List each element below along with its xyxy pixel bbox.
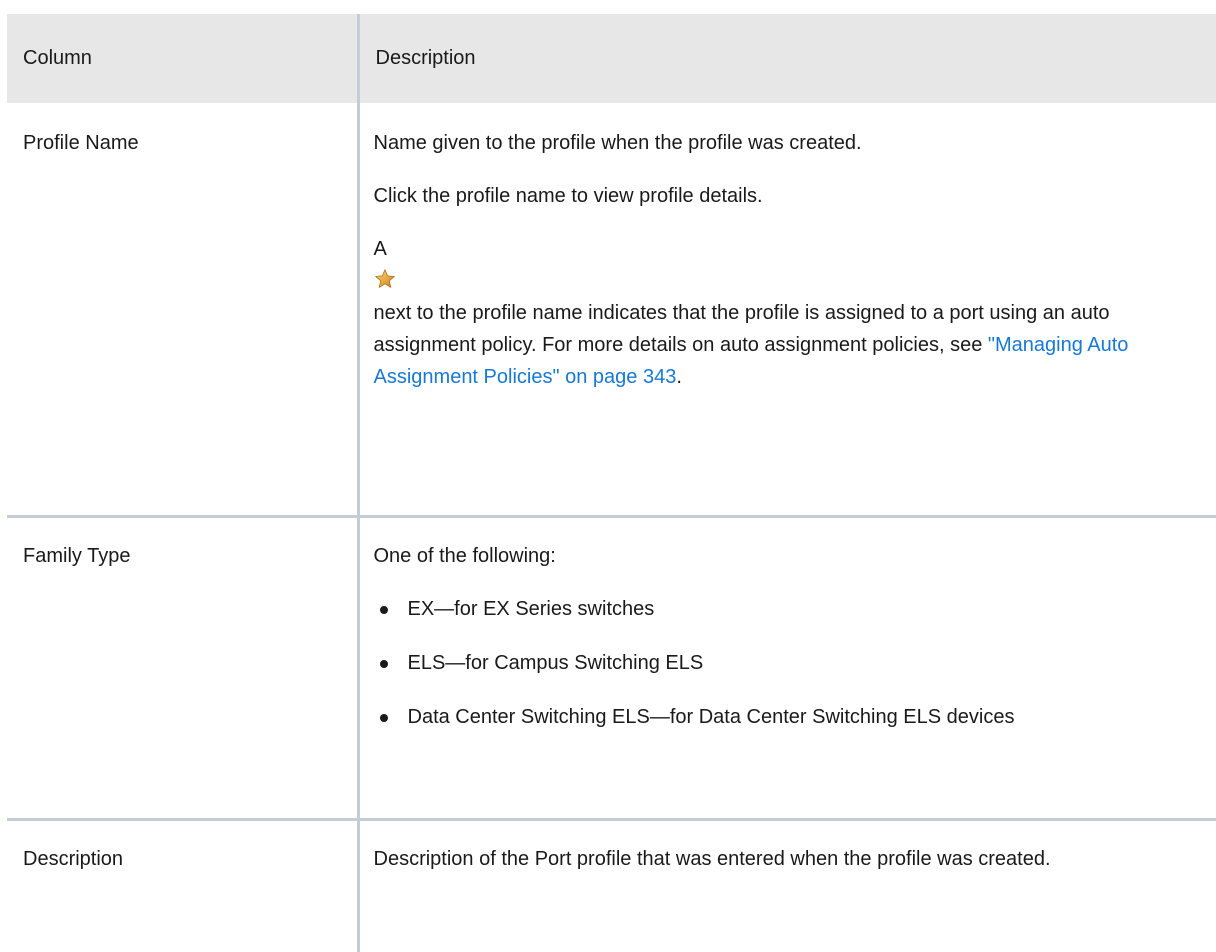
table-row: Description Description of the Port prof…: [7, 817, 1216, 952]
row-name-family-type: Family Type: [7, 514, 358, 819]
row-name-description: Description: [7, 817, 358, 952]
desc-text: One of the following:: [373, 544, 556, 567]
table-row: Family Type One of the following: EX—for…: [7, 514, 1216, 819]
star-icon: [374, 265, 1201, 293]
row-description-description: Description of the Port profile that was…: [356, 817, 1216, 952]
table-header-row: Column Description: [7, 14, 1216, 103]
desc-text: Click the profile name to view profile d…: [373, 185, 763, 207]
row-name-profile-name: Profile Name: [23, 132, 139, 154]
table-row: Profile Name Name given to the profile w…: [7, 103, 1216, 516]
family-type-list: EX—for EX Series switches ELS—for Campus…: [374, 593, 1201, 733]
list-item: EX—for EX Series switches: [374, 593, 1201, 625]
columns-table: Column Description Profile Name Name giv…: [7, 14, 1216, 952]
header-description: Description: [356, 14, 1216, 103]
desc-text: A: [373, 238, 387, 260]
row-description-family-type: One of the following: EX—for EX Series s…: [356, 514, 1216, 819]
header-column: Column: [7, 14, 358, 103]
row-description-profile-name: Name given to the profile when the profi…: [356, 103, 1216, 516]
list-item: Data Center Switching ELS—for Data Cente…: [374, 701, 1201, 733]
list-item: ELS—for Campus Switching ELS: [374, 647, 1201, 679]
desc-text: next to the profile name indicates that …: [374, 297, 1201, 393]
desc-text: Description of the Port profile that was…: [373, 847, 1051, 870]
desc-text: Name given to the profile when the profi…: [373, 132, 862, 154]
desc-text-end: .: [676, 366, 682, 388]
